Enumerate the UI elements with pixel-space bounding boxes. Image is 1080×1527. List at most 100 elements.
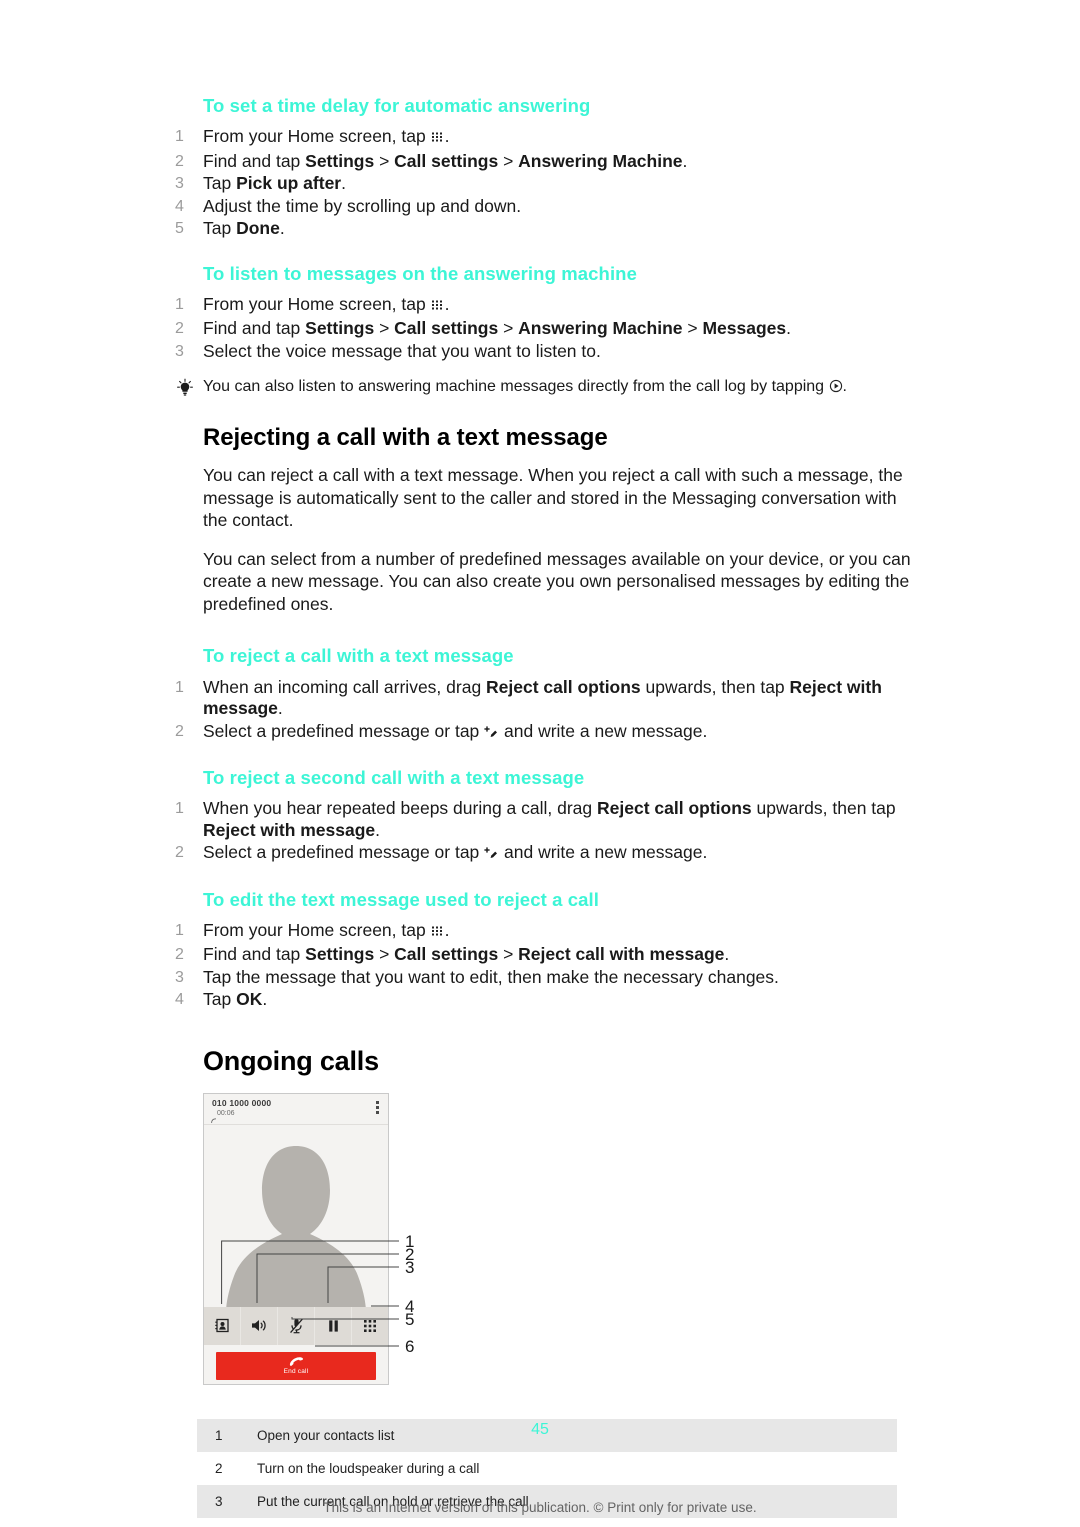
step-item: From your Home screen, tap . bbox=[175, 920, 915, 944]
step-text-end: . bbox=[444, 126, 450, 147]
step-sep: > bbox=[498, 150, 519, 171]
step-emph: Messages bbox=[702, 318, 787, 339]
caller-number: 010 1000 0000 bbox=[212, 1097, 272, 1108]
step-text-end: . bbox=[444, 919, 450, 940]
step-text-end: . bbox=[786, 318, 792, 339]
heading-reject-second-call: To reject a second call with a text mess… bbox=[203, 767, 585, 789]
callout-number-5: 5 bbox=[405, 1309, 415, 1329]
step-item: Find and tap Settings > Call settings > … bbox=[175, 318, 915, 340]
step-text: Tap the message that you want to edit, t… bbox=[203, 966, 779, 987]
step-item: Select a predefined message or tap and w… bbox=[175, 842, 915, 866]
call-status-bar: 010 1000 0000 00:06 bbox=[204, 1093, 388, 1125]
page-content: To set a time delay for automatic answer… bbox=[175, 95, 915, 1518]
footer-notice: This is an Internet version of this publ… bbox=[323, 1500, 757, 1515]
callout-number-6: 6 bbox=[405, 1336, 415, 1356]
step-text: Tap bbox=[203, 989, 237, 1010]
step-sep: > bbox=[498, 944, 519, 965]
steps-reject-call: When an incoming call arrives, drag Reje… bbox=[175, 677, 915, 745]
step-emph: Call settings bbox=[394, 944, 499, 965]
step-text-end: . bbox=[279, 218, 285, 239]
lightbulb-icon bbox=[175, 378, 195, 398]
tip-text-before: You can also listen to answering machine… bbox=[203, 378, 829, 396]
step-item: When an incoming call arrives, drag Reje… bbox=[175, 677, 915, 720]
step-item: Tap Pick up after. bbox=[175, 173, 915, 195]
step-emph: Done bbox=[236, 218, 280, 239]
step-emph: Reject with message bbox=[203, 819, 376, 840]
step-item: Tap OK. bbox=[175, 989, 915, 1011]
heading-time-delay: To set a time delay for automatic answer… bbox=[203, 95, 591, 116]
step-text: upwards, then tap bbox=[751, 798, 896, 819]
step-item: Find and tap Settings > Call settings > … bbox=[175, 944, 915, 966]
step-item: Find and tap Settings > Call settings > … bbox=[175, 151, 915, 173]
step-text: When you hear repeated beeps during a ca… bbox=[203, 798, 598, 819]
app-grid-icon bbox=[431, 128, 445, 150]
step-item: From your Home screen, tap . bbox=[175, 294, 915, 318]
new-message-icon bbox=[484, 723, 499, 745]
heading-reject-call: To reject a call with a text message bbox=[203, 645, 514, 667]
step-text-end: . bbox=[444, 293, 450, 314]
table-row: 2 Turn on the loudspeaker during a call bbox=[197, 1451, 897, 1485]
step-text: Find and tap bbox=[203, 944, 306, 965]
app-grid-icon bbox=[431, 296, 445, 318]
step-item: From your Home screen, tap . bbox=[175, 126, 915, 150]
phone-screenshot: 010 1000 0000 00:06 End call bbox=[203, 1092, 389, 1385]
play-circle-icon bbox=[829, 378, 843, 400]
contacts-icon[interactable] bbox=[204, 1306, 241, 1345]
caller-photo-area bbox=[204, 1124, 388, 1307]
step-item: Tap the message that you want to edit, t… bbox=[175, 967, 915, 989]
step-sep: > bbox=[498, 318, 519, 339]
step-item: Select the voice message that you want t… bbox=[175, 341, 915, 363]
call-timer: 00:06 bbox=[217, 1109, 235, 1117]
end-call-label: End call bbox=[283, 1367, 309, 1375]
step-text-end: and write a new message. bbox=[499, 842, 708, 863]
app-grid-icon bbox=[431, 922, 445, 944]
steps-listen-messages: From your Home screen, tap . Find and ta… bbox=[175, 294, 915, 363]
step-text: Tap bbox=[203, 218, 237, 239]
step-emph: OK bbox=[236, 989, 263, 1010]
step-text-end: . bbox=[724, 944, 730, 965]
step-text: Select a predefined message or tap bbox=[203, 720, 485, 741]
avatar-silhouette bbox=[226, 1145, 366, 1307]
in-call-action-bar bbox=[204, 1306, 388, 1345]
step-text: From your Home screen, tap bbox=[203, 919, 431, 940]
step-sep: > bbox=[374, 150, 395, 171]
step-text: Find and tap bbox=[203, 150, 306, 171]
step-item: Tap Done. bbox=[175, 218, 915, 240]
end-call-icon bbox=[289, 1357, 303, 1366]
step-item: Adjust the time by scrolling up and down… bbox=[175, 196, 915, 218]
step-emph: Reject call with message bbox=[518, 944, 725, 965]
ongoing-call-figure: 010 1000 0000 00:06 End call 1 2 3 4 5 6 bbox=[203, 1092, 453, 1393]
heading-rejecting-call: Rejecting a call with a text message bbox=[203, 424, 608, 452]
hold-pause-icon[interactable] bbox=[315, 1306, 352, 1345]
step-emph: Settings bbox=[305, 944, 375, 965]
end-call-button[interactable]: End call bbox=[216, 1351, 376, 1380]
step-text: upwards, then tap bbox=[640, 676, 790, 697]
mute-mic-icon[interactable] bbox=[278, 1306, 315, 1345]
step-emph: Reject call options bbox=[597, 798, 752, 819]
more-options-icon[interactable] bbox=[376, 1100, 379, 1116]
legend-number: 2 bbox=[197, 1451, 257, 1485]
step-emph: Settings bbox=[305, 318, 375, 339]
step-sep: > bbox=[682, 318, 703, 339]
step-text-end: . bbox=[682, 150, 688, 171]
legend-description: Turn on the loudspeaker during a call bbox=[257, 1451, 897, 1485]
paragraph-rejecting-1: You can reject a call with a text messag… bbox=[203, 465, 903, 531]
step-text: When an incoming call arrives, drag bbox=[203, 676, 487, 697]
keypad-icon[interactable] bbox=[352, 1307, 388, 1345]
step-text-end: . bbox=[277, 698, 283, 719]
steps-reject-second-call: When you hear repeated beeps during a ca… bbox=[175, 798, 915, 866]
page-number: 45 bbox=[531, 1421, 549, 1438]
callout-number-3: 3 bbox=[405, 1257, 415, 1277]
heading-edit-reject-text: To edit the text message used to reject … bbox=[203, 888, 599, 910]
step-sep: > bbox=[374, 944, 395, 965]
step-text: Select a predefined message or tap bbox=[203, 842, 485, 863]
heading-listen-messages: To listen to messages on the answering m… bbox=[203, 262, 637, 284]
step-text: Adjust the time by scrolling up and down… bbox=[203, 195, 522, 216]
manual-page: To set a time delay for automatic answer… bbox=[0, 0, 1080, 1527]
step-text: Tap bbox=[203, 173, 237, 194]
tip-text: You can also listen to answering machine… bbox=[203, 378, 847, 395]
step-text: From your Home screen, tap bbox=[203, 126, 431, 147]
loudspeaker-icon[interactable] bbox=[241, 1306, 278, 1345]
step-emph: Answering Machine bbox=[518, 318, 683, 339]
steps-edit-reject-text: From your Home screen, tap . Find and ta… bbox=[175, 920, 915, 1011]
